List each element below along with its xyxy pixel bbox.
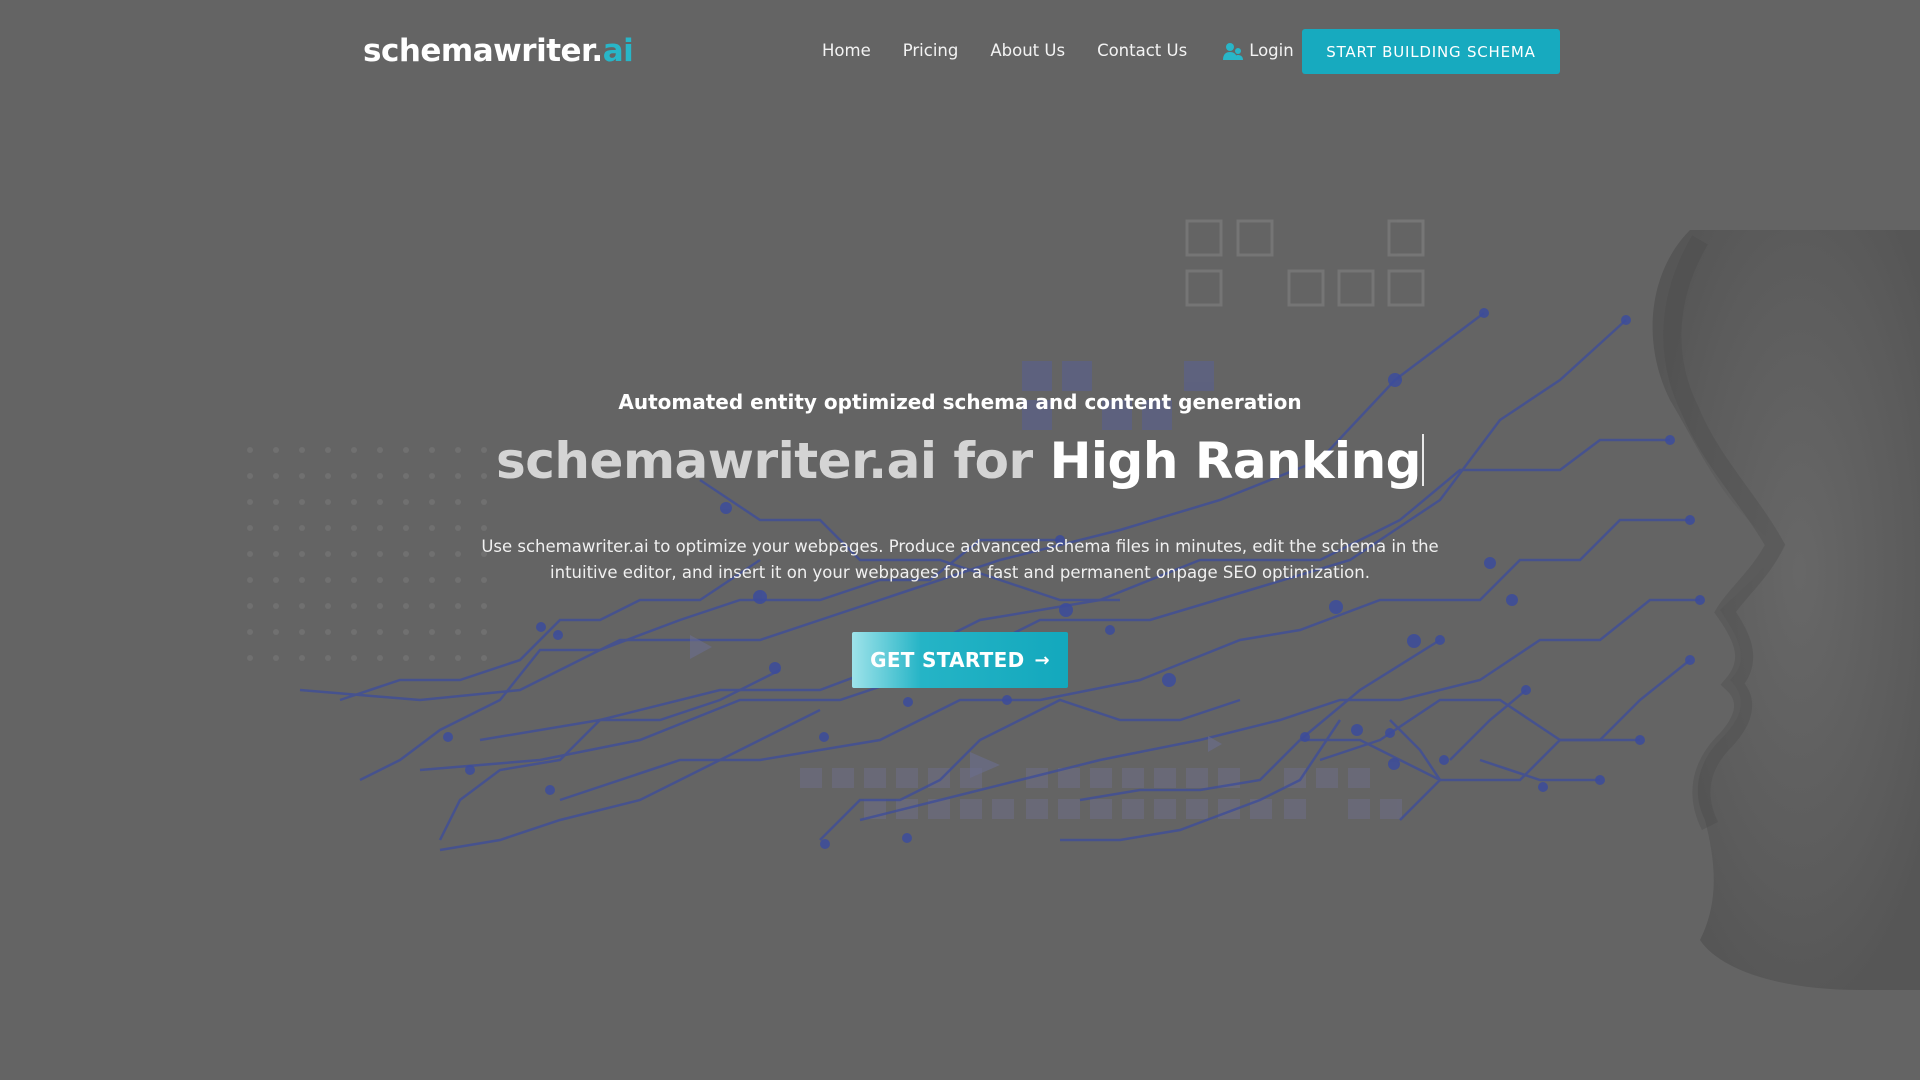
- arrow-right-icon: →: [1034, 649, 1050, 671]
- logo-accent-text: ai: [602, 33, 634, 69]
- nav-link-about-us[interactable]: About Us: [990, 38, 1065, 64]
- headline-typed-text: High Ranking: [1049, 432, 1422, 490]
- site-header: schemawriter.ai Home Pricing About Us Co…: [0, 0, 1920, 104]
- typing-caret: [1421, 434, 1424, 486]
- login-label: Login: [1249, 41, 1294, 60]
- user-icon: [1223, 43, 1244, 60]
- get-started-button[interactable]: GET STARTED →: [852, 632, 1068, 688]
- start-building-schema-button[interactable]: START BUILDING SCHEMA: [1302, 29, 1560, 74]
- hero-description: Use schemawriter.ai to optimize your web…: [481, 537, 1439, 582]
- login-link[interactable]: Login: [1223, 38, 1294, 64]
- nav-link-contact-us[interactable]: Contact Us: [1097, 38, 1187, 64]
- headline-lead: schemawriter.ai for: [496, 432, 1050, 490]
- hero-eyebrow: Automated entity optimized schema and co…: [618, 390, 1302, 414]
- nav-link-home[interactable]: Home: [822, 38, 871, 64]
- get-started-label: GET STARTED: [870, 648, 1025, 672]
- main-nav: Home Pricing About Us Contact Us Login: [822, 38, 1326, 64]
- face-silhouette: [1652, 230, 1920, 990]
- nav-link-pricing[interactable]: Pricing: [903, 38, 959, 64]
- hero-headline: schemawriter.ai for High Ranking: [0, 432, 1920, 490]
- site-logo[interactable]: schemawriter.ai: [363, 30, 634, 72]
- logo-text: schemawriter.: [363, 33, 603, 69]
